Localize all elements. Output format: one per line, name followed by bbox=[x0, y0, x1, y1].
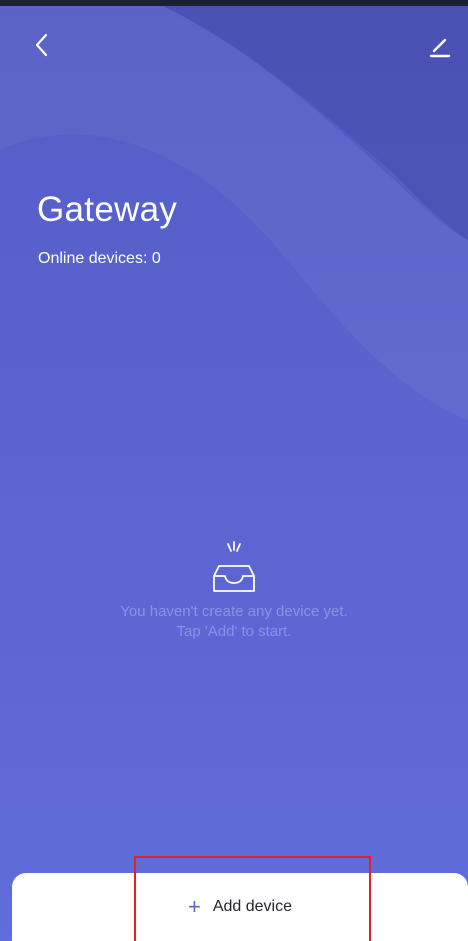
chevron-left-icon bbox=[35, 33, 48, 57]
edit-pencil-icon bbox=[429, 38, 451, 58]
plus-icon: + bbox=[187, 894, 201, 919]
empty-state: You haven't create any device yet. Tap '… bbox=[0, 540, 468, 642]
gateway-screen: Gateway Online devices: 0 You haven't cr… bbox=[0, 0, 468, 941]
add-device-button[interactable]: + Add device bbox=[168, 890, 312, 924]
empty-message-line-2: Tap 'Add' to start. bbox=[176, 623, 292, 640]
edit-button[interactable] bbox=[424, 30, 456, 64]
empty-message-line-1: You haven't create any device yet. bbox=[120, 603, 348, 620]
empty-inbox-icon bbox=[213, 541, 255, 592]
page-title: Gateway bbox=[37, 190, 178, 229]
add-device-label: Add device bbox=[212, 898, 293, 915]
online-devices-count: Online devices: 0 bbox=[38, 250, 161, 267]
back-button[interactable] bbox=[28, 28, 56, 62]
status-bar bbox=[0, 0, 468, 6]
bottom-action-bar: + Add device bbox=[12, 873, 468, 941]
background-waves bbox=[0, 0, 468, 941]
